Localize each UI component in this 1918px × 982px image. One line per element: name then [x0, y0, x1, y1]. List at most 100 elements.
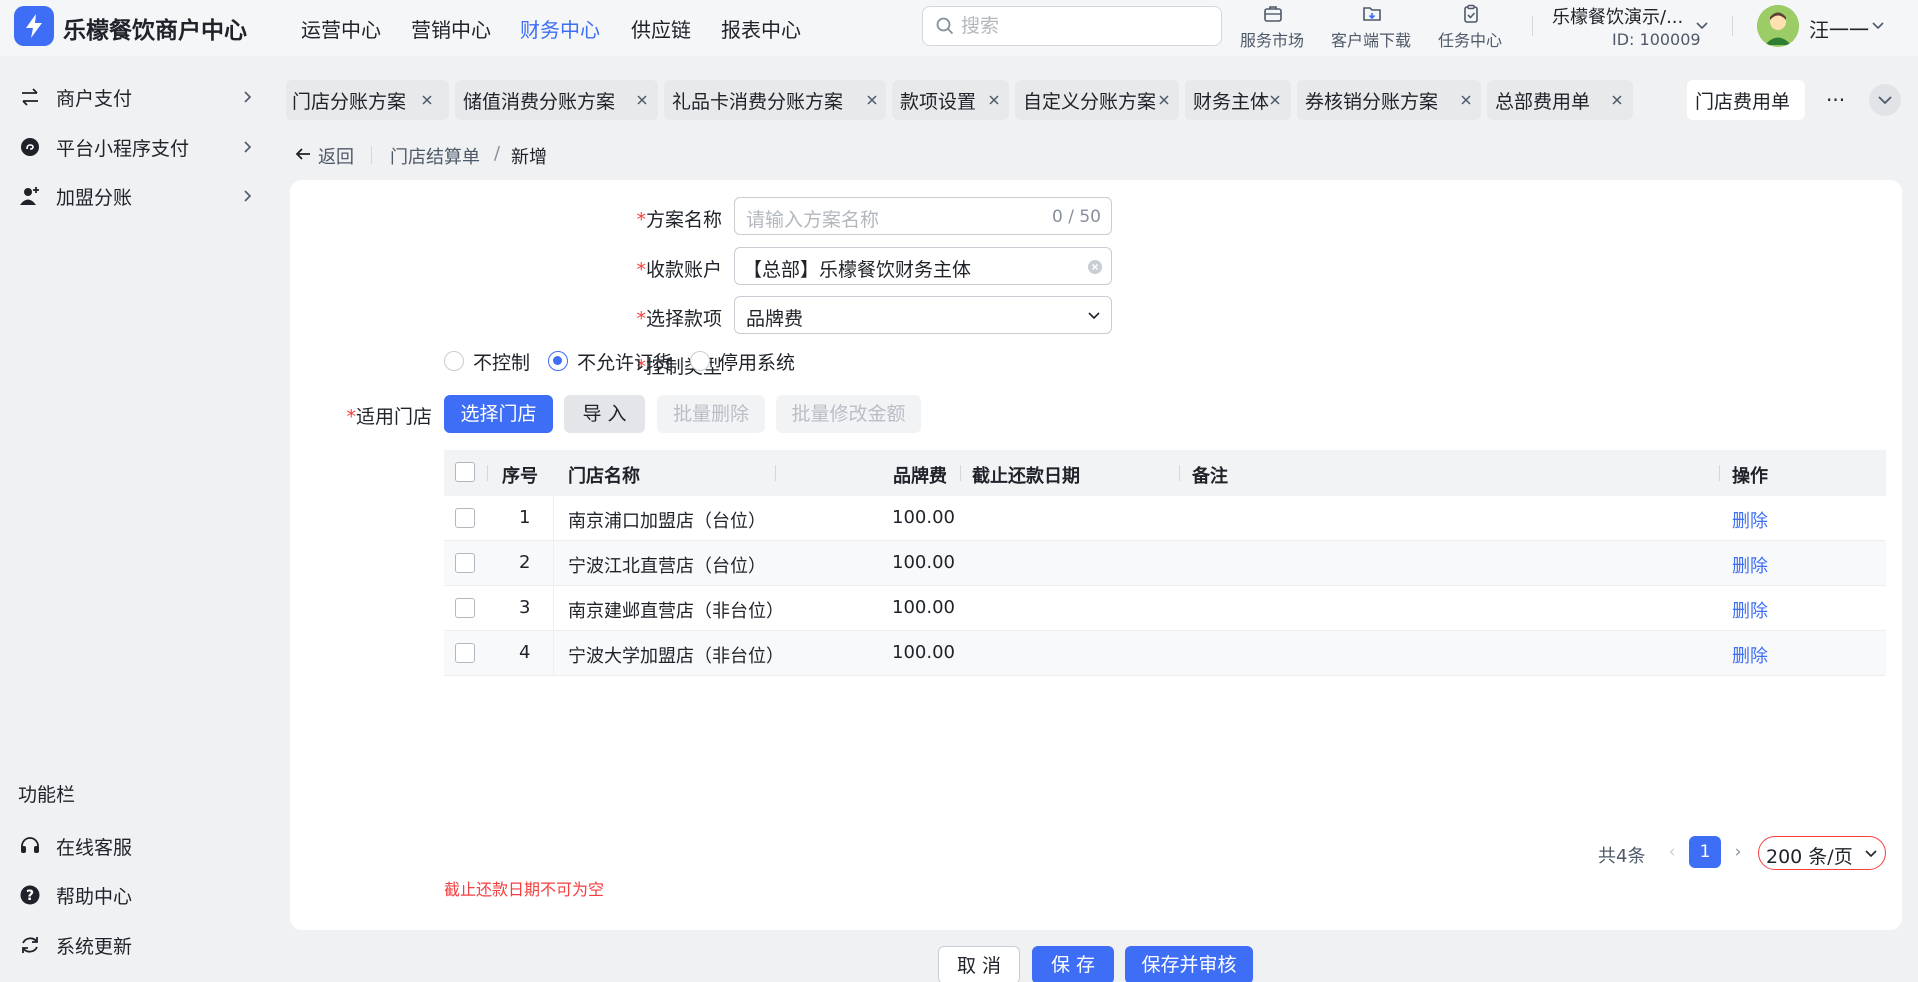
- page-size-select[interactable]: 200 条/页: [1758, 836, 1886, 870]
- tab-hq-expense[interactable]: 总部费用单: [1487, 80, 1633, 120]
- delete-row-link[interactable]: 删除: [1732, 597, 1768, 623]
- prev-page-button[interactable]: ‹: [1656, 836, 1688, 868]
- close-icon[interactable]: [420, 93, 434, 107]
- radio-circle: [548, 351, 568, 371]
- batch-delete-button[interactable]: 批量删除: [657, 395, 765, 433]
- batch-edit-amount-button[interactable]: 批量修改金额: [776, 395, 921, 433]
- save-and-audit-button[interactable]: 保存并审核: [1125, 946, 1253, 982]
- fee-item-select[interactable]: 品牌费: [734, 296, 1112, 334]
- sidebar-tool-help-center[interactable]: ? 帮助中心: [0, 874, 272, 916]
- page-1-button[interactable]: 1: [1689, 836, 1721, 868]
- divider: [775, 465, 776, 481]
- import-button[interactable]: 导 入: [564, 395, 645, 433]
- breadcrumb-parent[interactable]: 门店结算单: [390, 143, 480, 169]
- fee-item-value: 品牌费: [746, 308, 804, 330]
- close-icon[interactable]: [987, 93, 1001, 107]
- nav-marketing[interactable]: 营销中心: [411, 14, 491, 43]
- chevron-right-icon: [244, 190, 252, 202]
- cancel-button[interactable]: 取 消: [938, 946, 1020, 982]
- task-center-button[interactable]: 任务中心: [1425, 2, 1515, 52]
- tab-label: 总部费用单: [1495, 91, 1591, 113]
- chevron-down-icon[interactable]: [1694, 18, 1710, 34]
- close-icon[interactable]: [1268, 93, 1282, 107]
- select-stores-button[interactable]: 选择门店: [444, 395, 553, 433]
- stores-label: *适用门店: [346, 406, 432, 428]
- sidebar-item-merchant-pay[interactable]: 商户支付: [0, 76, 272, 118]
- row-checkbox[interactable]: [455, 598, 475, 618]
- tab-store-split[interactable]: 门店分账方案: [286, 80, 449, 120]
- org-name[interactable]: 乐檬餐饮演示/...: [1552, 3, 1683, 29]
- divider: [487, 465, 488, 481]
- nav-reports[interactable]: 报表中心: [721, 14, 801, 43]
- brand-logo[interactable]: [14, 6, 54, 46]
- tab-label: 门店费用单: [1695, 91, 1791, 113]
- top-bar: 乐檬餐饮商户中心 运营中心 营销中心 财务中心 供应链 报表中心 服务市场 客户…: [0, 0, 1918, 56]
- tab-custom-split[interactable]: 自定义分账方案: [1015, 80, 1179, 120]
- plan-name-input[interactable]: 请输入方案名称 0 / 50: [734, 197, 1112, 235]
- account-select[interactable]: 【总部】乐檬餐饮财务主体: [734, 247, 1112, 285]
- tab-label: 款项设置: [900, 91, 977, 113]
- chevron-down-icon[interactable]: [1870, 18, 1886, 34]
- delete-row-link[interactable]: 删除: [1732, 507, 1768, 533]
- tab-finance-entity[interactable]: 财务主体: [1185, 80, 1291, 120]
- tab-coupon-split[interactable]: 券核销分账方案: [1297, 80, 1481, 120]
- col-store-name: 门店名称: [568, 466, 640, 487]
- sidebar-item-mini-program-pay[interactable]: 平台小程序支付: [0, 126, 272, 168]
- exchange-icon: [22, 88, 38, 106]
- nav-supply-chain[interactable]: 供应链: [631, 14, 691, 43]
- user-name[interactable]: 汪一一: [1809, 14, 1869, 43]
- delete-row-link[interactable]: 删除: [1732, 552, 1768, 578]
- fee-item-label: *选择款项: [636, 308, 722, 330]
- pagination-total: 共4条: [1598, 846, 1646, 867]
- close-icon[interactable]: [1459, 93, 1473, 107]
- col-due-date: 截止还款日期: [972, 466, 1080, 487]
- sidebar-tool-system-update[interactable]: 系统更新: [0, 924, 272, 966]
- nav-finance[interactable]: 财务中心: [520, 14, 600, 43]
- page-size-value: 200 条/页: [1766, 846, 1853, 868]
- nav-operations[interactable]: 运营中心: [301, 14, 381, 43]
- plan-name-label: *方案名称: [636, 209, 722, 231]
- next-page-button[interactable]: ›: [1722, 836, 1754, 868]
- delete-row-link[interactable]: 删除: [1732, 642, 1768, 668]
- back-label: 返回: [318, 147, 354, 168]
- divider: [1179, 465, 1180, 481]
- tabs-more-button[interactable]: ···: [1826, 88, 1845, 112]
- row-checkbox[interactable]: [455, 508, 475, 528]
- close-icon[interactable]: [1157, 93, 1171, 107]
- tab-gift-card-split[interactable]: 礼品卡消费分账方案: [664, 80, 886, 120]
- sidebar-tool-label: 帮助中心: [56, 886, 133, 908]
- row-brand-fee: 100.00: [892, 552, 955, 573]
- chevron-right-icon: [244, 91, 252, 103]
- client-download-button[interactable]: 客户端下载: [1326, 2, 1416, 52]
- radio-circle: [690, 351, 710, 371]
- radio-label: 停用系统: [719, 352, 796, 374]
- row-checkbox[interactable]: [455, 553, 475, 573]
- tab-store-expense[interactable]: 门店费用单: [1687, 80, 1805, 120]
- radio-circle: [444, 351, 464, 371]
- user-add-icon: [20, 187, 39, 205]
- row-checkbox[interactable]: [455, 643, 475, 663]
- tab-label: 门店分账方案: [292, 91, 407, 113]
- close-icon[interactable]: [1610, 93, 1624, 107]
- refresh-icon: [22, 937, 38, 953]
- search-input[interactable]: [961, 13, 1211, 39]
- table-row: 4 宁波大学加盟店（非台位） 100.00 删除: [444, 631, 1886, 676]
- sidebar-tool-online-service[interactable]: 在线客服: [0, 825, 272, 867]
- save-button[interactable]: 保 存: [1032, 946, 1114, 982]
- sidebar-item-franchise-split[interactable]: 加盟分账: [0, 175, 272, 217]
- tab-label: 自定义分账方案: [1023, 91, 1157, 113]
- clear-icon[interactable]: [1087, 259, 1103, 275]
- search-box[interactable]: [922, 6, 1222, 46]
- select-all-checkbox[interactable]: [455, 462, 475, 482]
- tab-stored-value-split[interactable]: 储值消费分账方案: [455, 80, 658, 120]
- close-icon[interactable]: [865, 93, 879, 107]
- col-note: 备注: [1192, 466, 1228, 487]
- col-index: 序号: [502, 466, 538, 487]
- service-market-button[interactable]: 服务市场: [1227, 2, 1317, 52]
- avatar[interactable]: [1757, 5, 1799, 47]
- tab-fee-items[interactable]: 款项设置: [892, 80, 1009, 120]
- row-index: 4: [519, 642, 531, 663]
- headset-icon: [21, 837, 39, 853]
- tabs-collapse-button[interactable]: [1869, 84, 1901, 116]
- close-icon[interactable]: [635, 93, 649, 107]
